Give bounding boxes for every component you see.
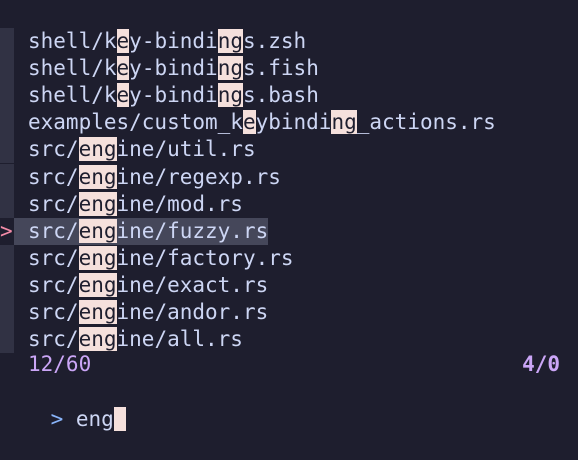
path-segment: ine/fuzzy.rs bbox=[116, 218, 269, 243]
row-gutter bbox=[0, 55, 14, 83]
match-highlight: e bbox=[242, 110, 256, 135]
path-segment: src/ bbox=[28, 218, 79, 243]
query-prompt[interactable]: > eng bbox=[0, 379, 126, 431]
match-highlight: eng bbox=[78, 191, 117, 216]
path-segment: ine/exact.rs bbox=[116, 272, 269, 297]
list-item[interactable]: src/engine/util.rs bbox=[0, 136, 256, 164]
match-highlight: eng bbox=[78, 272, 117, 297]
row-gutter bbox=[0, 136, 14, 164]
prompt-symbol: > bbox=[50, 407, 76, 431]
path-segment: ine/factory.rs bbox=[116, 245, 294, 270]
row-gutter bbox=[0, 28, 14, 55]
match-highlight: ng bbox=[217, 83, 243, 108]
list-item[interactable]: src/engine/all.rs bbox=[0, 326, 243, 354]
list-item[interactable]: shell/key-bindings.zsh bbox=[0, 28, 306, 55]
match-highlight: eng bbox=[78, 245, 117, 270]
path-segment: shell/k bbox=[28, 83, 117, 108]
list-item-path: examples/custom_keybinding_actions.rs bbox=[14, 109, 496, 136]
row-gutter bbox=[0, 163, 14, 191]
list-item[interactable]: src/engine/regexp.rs bbox=[0, 163, 281, 191]
match-highlight: e bbox=[116, 83, 130, 108]
list-item[interactable]: shell/key-bindings.bash bbox=[0, 82, 319, 110]
path-segment: ine/all.rs bbox=[116, 327, 243, 352]
list-item[interactable]: examples/custom_keybinding_actions.rs bbox=[0, 109, 496, 137]
list-item-path: src/engine/exact.rs bbox=[14, 272, 268, 299]
path-segment: y-bindi bbox=[129, 83, 218, 108]
path-segment: src/ bbox=[28, 191, 79, 216]
list-item[interactable]: src/engine/factory.rs bbox=[0, 244, 294, 272]
path-segment: src/ bbox=[28, 245, 79, 270]
row-gutter bbox=[0, 82, 14, 110]
list-item[interactable]: shell/key-bindings.fish bbox=[0, 55, 319, 83]
row-gutter bbox=[0, 299, 14, 326]
path-segment: s.bash bbox=[242, 83, 319, 108]
path-segment: ine/util.rs bbox=[116, 137, 256, 162]
list-item[interactable]: src/engine/mod.rs bbox=[0, 190, 243, 218]
match-highlight: eng bbox=[78, 164, 117, 189]
match-highlight: eng bbox=[78, 327, 117, 352]
match-highlight: ng bbox=[217, 29, 243, 53]
match-highlight: e bbox=[116, 56, 130, 81]
path-segment: s.fish bbox=[242, 56, 319, 81]
list-item-path: shell/key-bindings.bash bbox=[14, 82, 319, 109]
list-item-path: src/engine/andor.rs bbox=[14, 299, 268, 326]
path-segment: ine/regexp.rs bbox=[116, 164, 281, 189]
path-segment: src/ bbox=[28, 300, 79, 324]
path-segment: ine/mod.rs bbox=[116, 191, 243, 216]
path-segment: _actions.rs bbox=[356, 110, 496, 135]
list-item[interactable]: src/engine/exact.rs bbox=[0, 271, 268, 299]
list-item-path: src/engine/mod.rs bbox=[14, 191, 243, 218]
row-gutter bbox=[0, 109, 14, 137]
path-segment: ybindi bbox=[255, 110, 332, 135]
match-highlight: eng bbox=[78, 300, 117, 324]
list-item-path: src/engine/fuzzy.rs bbox=[14, 217, 269, 245]
path-segment: y-bindi bbox=[129, 29, 218, 53]
path-segment: s.zsh bbox=[242, 29, 307, 53]
match-highlight: ng bbox=[331, 110, 357, 135]
row-gutter bbox=[0, 244, 14, 272]
row-gutter bbox=[0, 190, 14, 218]
list-item-path: src/engine/util.rs bbox=[14, 136, 256, 163]
query-input[interactable]: eng bbox=[76, 407, 114, 431]
path-segment: examples/custom_k bbox=[28, 110, 243, 135]
match-highlight: eng bbox=[78, 218, 117, 243]
row-gutter bbox=[0, 326, 14, 354]
list-item[interactable]: > src/engine/fuzzy.rs bbox=[0, 217, 269, 245]
list-item-path: src/engine/regexp.rs bbox=[14, 164, 281, 191]
path-segment: ine/andor.rs bbox=[116, 300, 269, 324]
path-segment: src/ bbox=[28, 272, 79, 297]
path-segment: src/ bbox=[28, 327, 79, 352]
match-highlight: eng bbox=[78, 137, 117, 162]
list-item-path: src/engine/all.rs bbox=[14, 326, 243, 353]
path-segment: src/ bbox=[28, 164, 79, 189]
path-segment: y-bindi bbox=[129, 56, 218, 81]
path-segment: shell/k bbox=[28, 29, 117, 53]
match-highlight: ng bbox=[217, 56, 243, 81]
match-highlight: e bbox=[116, 29, 130, 53]
path-segment: shell/k bbox=[28, 56, 117, 81]
selection-count: 4/0 bbox=[522, 352, 560, 376]
row-gutter bbox=[0, 271, 14, 299]
path-segment: src/ bbox=[28, 137, 79, 162]
list-item-path: shell/key-bindings.fish bbox=[14, 55, 319, 82]
selection-marker: > bbox=[0, 218, 13, 243]
list-item[interactable]: src/engine/andor.rs bbox=[0, 299, 268, 326]
list-item-path: src/engine/factory.rs bbox=[14, 245, 294, 272]
list-item-path: shell/key-bindings.zsh bbox=[14, 28, 306, 55]
match-count: 12/60 bbox=[28, 352, 92, 376]
text-cursor bbox=[113, 406, 126, 431]
fzf-terminal: shell/key-bindings.zsh shell/key-bindings… bbox=[0, 0, 578, 431]
